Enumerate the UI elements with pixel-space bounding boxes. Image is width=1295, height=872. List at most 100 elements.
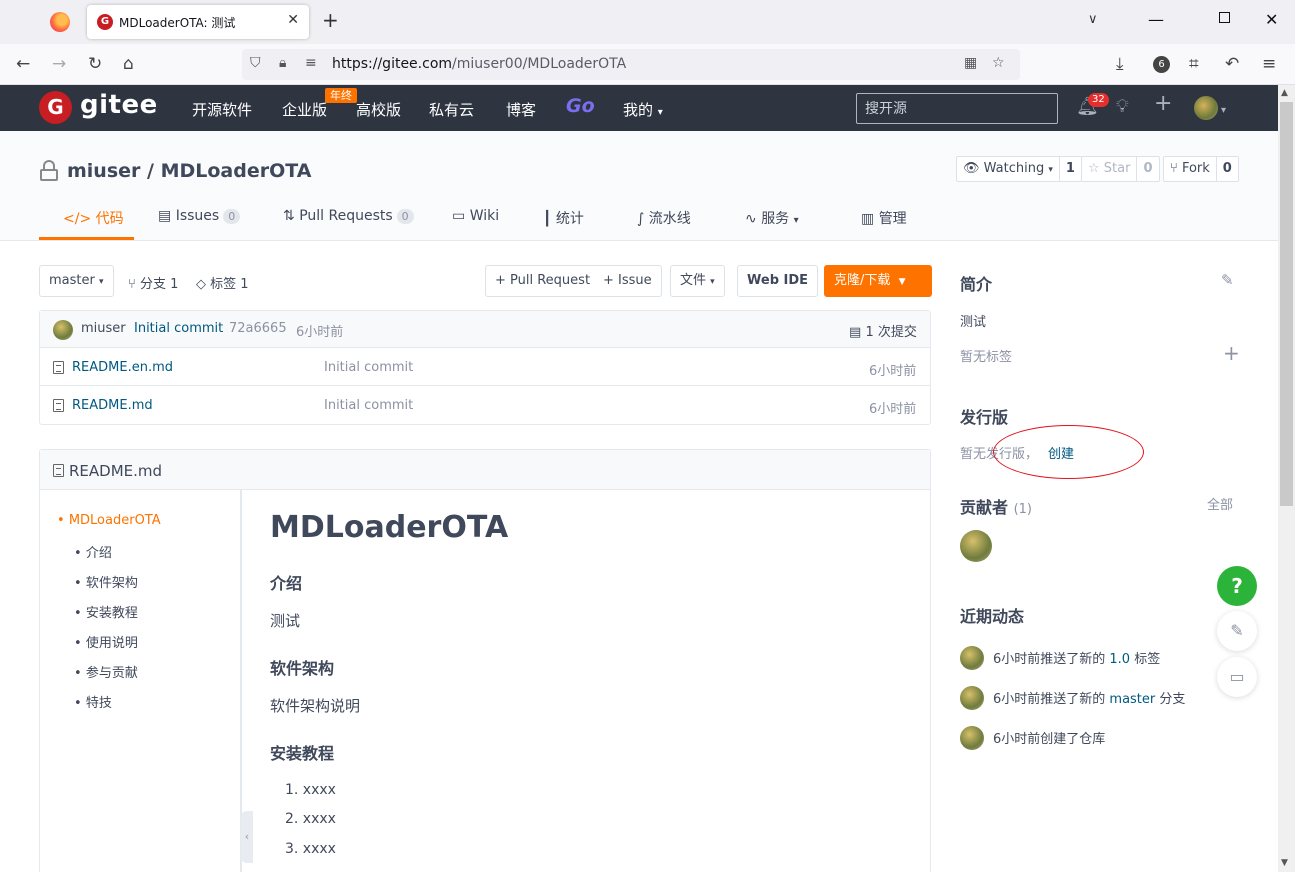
file-commit-message[interactable]: Initial commit [324, 360, 413, 375]
new-issue-button[interactable]: + Issue [594, 265, 662, 297]
reload-icon[interactable]: ↻ [88, 54, 102, 74]
tab-issues[interactable]: ▤ Issues 0 [158, 208, 241, 224]
url-bar[interactable]: ⛉ 🔒︎ ≡ https://gitee.com/miuser00/MDLoad… [242, 49, 1020, 80]
toc-item[interactable]: • 特技 [74, 692, 112, 711]
readme-filename[interactable]: README.md [69, 462, 162, 480]
tab-wiki[interactable]: ▭ Wiki [452, 208, 499, 224]
tab-pull-requests[interactable]: ⇅ Pull Requests 0 [283, 208, 414, 224]
activity-avatar[interactable] [960, 726, 984, 750]
browser-tab-active[interactable]: G MDLoaderOTA: 测试 ✕ [87, 5, 309, 39]
search-box[interactable] [856, 93, 1058, 124]
tab-services[interactable]: ∿ 服务 ▾ [745, 208, 799, 228]
file-commit-message[interactable]: Initial commit [324, 398, 413, 413]
branch-select[interactable]: master ▾ [39, 265, 114, 297]
activity-avatar[interactable] [960, 686, 984, 710]
maximize-icon[interactable] [1219, 12, 1230, 23]
plus-icon[interactable]: + [322, 10, 339, 30]
activity-avatar[interactable] [960, 646, 984, 670]
forward-arrow-icon[interactable]: → [52, 54, 66, 74]
commit-count-link[interactable]: ▤ 1 次提交 [849, 321, 917, 340]
download-icon[interactable]: ⤓ [1116, 54, 1124, 74]
shield-icon[interactable]: ⛉ [250, 55, 261, 71]
minimize-icon[interactable]: — [1148, 10, 1164, 29]
nav-blog[interactable]: 博客 [506, 99, 536, 120]
nav-education[interactable]: 高校版 [356, 99, 401, 120]
new-pull-request-button[interactable]: + Pull Request [485, 265, 601, 297]
chevron-down-icon[interactable]: ∨ [1088, 12, 1098, 27]
add-tag-icon[interactable]: + [1223, 341, 1240, 365]
clone-download-button[interactable]: 克隆/下载 ▼ [824, 265, 932, 297]
fork-count[interactable]: 0 [1217, 157, 1238, 181]
gitee-logo-text[interactable]: gitee [80, 90, 158, 120]
gitee-logo-icon[interactable]: G [39, 91, 72, 124]
nav-mine[interactable]: 我的 ▾ [623, 99, 663, 120]
toc-item[interactable]: • 介绍 [74, 542, 112, 561]
web-ide-button[interactable]: Web IDE [737, 265, 819, 297]
nav-open-source[interactable]: 开源软件 [192, 99, 252, 120]
nav-mine-label: 我的 [623, 101, 654, 119]
nav-enterprise[interactable]: 企业版 [282, 99, 327, 120]
window-close-icon[interactable]: ✕ [1265, 10, 1278, 29]
repo-title[interactable]: miuser / MDLoaderOTA [67, 160, 311, 182]
feedback-edit-icon[interactable]: ✎ [1217, 611, 1257, 651]
toc-collapse-handle[interactable]: ‹ [241, 811, 253, 863]
bookmark-star-icon[interactable]: ☆ [992, 55, 1005, 71]
star-count[interactable]: 0 [1137, 157, 1158, 181]
table-row[interactable]: README.en.md Initial commit 6小时前 [40, 348, 930, 386]
search-input[interactable] [857, 94, 1057, 123]
watch-button[interactable]: 👁︎ Watching ▾ 1 [956, 156, 1082, 182]
plus-icon[interactable]: + [1154, 93, 1172, 115]
firefox-icon[interactable] [50, 12, 70, 32]
caret-down-icon[interactable]: ▾ [1221, 101, 1226, 121]
all-contributors-link[interactable]: 全部 [1207, 494, 1233, 513]
toc-item[interactable]: • 参与贡献 [74, 662, 138, 681]
commit-hash[interactable]: 72a6665 [229, 321, 287, 336]
file-name[interactable]: README.en.md [72, 360, 173, 375]
edit-icon[interactable]: ✎ [1221, 271, 1234, 289]
tab-stats[interactable]: ┃ 统计 [543, 208, 584, 228]
user-avatar[interactable] [1194, 96, 1218, 120]
scrollbar-thumb[interactable] [1280, 102, 1293, 506]
toc-item[interactable]: • MDLoaderOTA [57, 513, 161, 528]
extension-badge-icon[interactable]: 6 [1153, 56, 1170, 73]
back-arrow-icon[interactable]: ← [16, 54, 30, 74]
branches-link[interactable]: ⑂ 分支 1 [128, 273, 178, 292]
crop-icon[interactable]: ⌗ [1189, 54, 1199, 74]
contributor-avatar[interactable] [960, 530, 992, 562]
scroll-down-icon[interactable]: ▼ [1281, 858, 1288, 868]
undo-icon[interactable]: ↶ [1225, 54, 1239, 74]
commit-author[interactable]: miuser [81, 321, 126, 336]
tab-code[interactable]: </> 代码 [63, 208, 124, 228]
toc-item[interactable]: • 安装教程 [74, 602, 138, 621]
lightbulb-icon[interactable]: 💡︎ [1116, 97, 1129, 117]
qr-code-icon[interactable]: ▦ [964, 55, 977, 71]
url-text[interactable]: https://gitee.com/miuser00/MDLoaderOTA [332, 56, 626, 72]
toc-item[interactable]: • 软件架构 [74, 572, 138, 591]
file-name[interactable]: README.md [72, 398, 153, 413]
fork-button[interactable]: ⑂ Fork 0 [1163, 156, 1239, 182]
lock-icon[interactable]: 🔒︎ [279, 55, 286, 71]
menu-icon[interactable]: ≡ [1262, 54, 1276, 74]
activity-text: 6小时前创建了仓库 [993, 732, 1106, 747]
scroll-up-icon[interactable]: ▲ [1281, 88, 1288, 98]
watch-count[interactable]: 1 [1060, 157, 1081, 181]
tags-link[interactable]: ◇ 标签 1 [196, 273, 249, 292]
commit-message[interactable]: Initial commit [134, 321, 223, 336]
home-icon[interactable]: ⌂ [123, 54, 134, 74]
permissions-icon[interactable]: ≡ [305, 55, 317, 71]
tab-pipeline[interactable]: ∫ 流水线 [637, 208, 691, 228]
commit-author-avatar[interactable] [53, 320, 73, 340]
table-row[interactable]: README.md Initial commit 6小时前 [40, 386, 930, 424]
browser-nav-bar: ← → ↻ ⌂ ⛉ 🔒︎ ≡ https://gitee.com/miuser0… [0, 44, 1295, 85]
help-button[interactable]: ? [1217, 566, 1257, 606]
nav-go[interactable]: Go [566, 95, 595, 117]
file-menu-button[interactable]: 文件 ▾ [670, 265, 725, 297]
activity-tag-link[interactable]: 1.0 [1109, 652, 1130, 667]
star-button[interactable]: ☆ Star 0 [1081, 156, 1160, 182]
toc-item[interactable]: • 使用说明 [74, 632, 138, 651]
nav-private-cloud[interactable]: 私有云 [429, 99, 474, 120]
tab-manage[interactable]: ▥ 管理 [861, 208, 907, 228]
chat-icon[interactable]: ▭ [1217, 657, 1257, 697]
activity-branch-link[interactable]: master [1109, 692, 1155, 707]
close-icon[interactable]: ✕ [287, 12, 299, 28]
